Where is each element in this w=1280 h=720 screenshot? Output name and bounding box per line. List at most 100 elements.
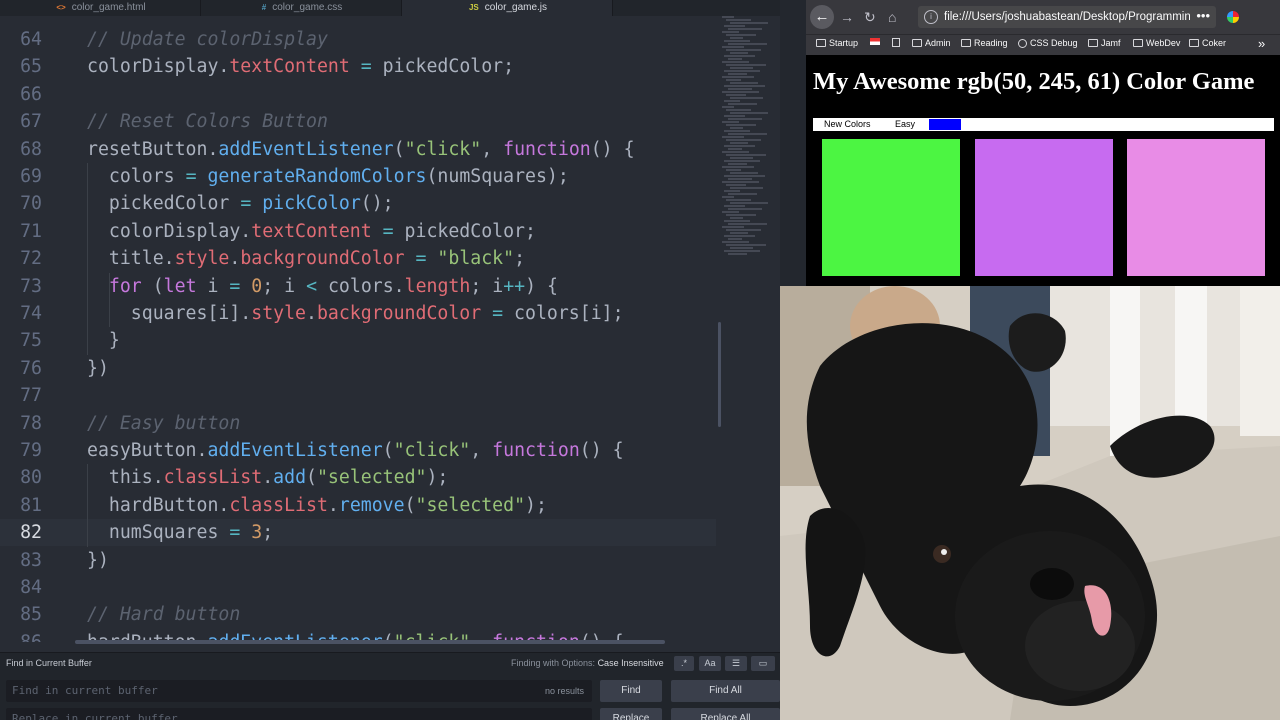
code-line[interactable]: 81 hardButton.classList.remove("selected…	[0, 492, 716, 519]
selection-only-toggle[interactable]: ☰	[725, 656, 747, 671]
code-line[interactable]: 68 resetButton.addEventListener("click", …	[0, 136, 716, 163]
line-number: 83	[20, 549, 42, 571]
code-token: ; i	[470, 275, 504, 297]
replace-all-button[interactable]: Replace All	[671, 708, 780, 720]
code-line[interactable]: 73 for (let i = 0; i < colors.length; i+…	[0, 273, 716, 300]
browser-toolbar: ← → ↻ ⌂ i file:///Users/joshuabastean/De…	[806, 0, 1280, 34]
minimap-line	[726, 34, 756, 36]
minimap-line	[722, 16, 734, 18]
tab-color-game-js[interactable]: JS color_game.js	[402, 0, 613, 16]
bookmark-css-debug[interactable]: CSS Debug	[1018, 38, 1078, 48]
code-token: addEventListener	[207, 440, 383, 461]
line-number: 72	[20, 248, 42, 270]
code-line[interactable]: 76})	[0, 355, 716, 382]
folder-icon	[1133, 39, 1143, 47]
code-line[interactable]: 70 pickedColor = pickColor();	[0, 190, 716, 217]
case-sensitive-toggle[interactable]: Aa	[699, 656, 721, 671]
code-area[interactable]: 64// Update colorDisplay 65 colorDisplay. t…	[0, 26, 720, 642]
code-line[interactable]: 77	[0, 382, 716, 409]
minimap-line	[726, 64, 766, 66]
minimap-line	[724, 115, 745, 117]
minimap[interactable]	[722, 16, 780, 266]
minimap-line	[724, 25, 745, 27]
color-square[interactable]	[822, 139, 960, 276]
color-square[interactable]	[975, 139, 1113, 276]
tab-color-game-html[interactable]: <> color_game.html	[0, 0, 201, 16]
url-bar[interactable]: i file:///Users/joshuabastean/Desktop/Pr…	[918, 6, 1216, 28]
line-number: 74	[20, 303, 42, 324]
code-line[interactable]: 84	[0, 574, 716, 601]
back-button[interactable]: ←	[810, 5, 834, 29]
code-line[interactable]: 85 // Hard button	[0, 601, 716, 628]
color-square[interactable]	[1127, 139, 1265, 276]
code-line[interactable]: 67 // Reset Colors Button	[0, 108, 716, 135]
easy-button[interactable]: Easy	[895, 118, 915, 131]
home-button[interactable]: ⌂	[888, 8, 896, 26]
find-all-button[interactable]: Find All	[671, 680, 780, 702]
code-text: squares[i].style.backgroundColor = color…	[87, 300, 624, 327]
replace-button[interactable]: Replace	[600, 708, 662, 720]
find-input[interactable]: Find in current buffer no results	[6, 680, 592, 702]
bookmarks-overflow-button[interactable]: »	[1258, 36, 1265, 51]
code-line[interactable]: 66	[0, 81, 716, 108]
new-colors-button[interactable]: New Colors	[824, 118, 871, 131]
reload-button[interactable]: ↻	[864, 8, 876, 26]
replace-input[interactable]: Replace in current buffer	[6, 708, 592, 720]
bookmark-startup[interactable]: Startup	[816, 38, 858, 48]
code-line[interactable]: 65 colorDisplay.textContent = pickedColor…	[0, 53, 716, 80]
code-token: classList	[229, 494, 328, 516]
hard-button-selected[interactable]	[929, 119, 961, 130]
bookmark-webdev[interactable]: WebDev	[1133, 38, 1180, 48]
info-icon[interactable]: i	[924, 10, 938, 24]
line-number: 73	[20, 275, 42, 297]
bookmark-coker[interactable]: Coker	[1189, 38, 1226, 48]
code-token: =	[229, 275, 241, 297]
code-line[interactable]: 78 // Easy button	[0, 410, 716, 437]
minimap-line	[722, 46, 744, 48]
url-text: file:///Users/joshuabastean/Desktop/Prog…	[944, 11, 1190, 23]
bookmark-reader[interactable]	[892, 38, 900, 47]
folder-icon	[816, 39, 826, 47]
code-token: (	[393, 138, 405, 160]
code-line[interactable]: 71 colorDisplay.textContent = pickedColo…	[0, 218, 716, 245]
minimap-line	[728, 133, 767, 135]
bookmark-jamf[interactable]: Jamf	[1088, 38, 1121, 48]
minimap-line	[730, 202, 768, 204]
forward-button[interactable]: →	[840, 8, 854, 26]
bookmark-admin[interactable]: Admin	[912, 38, 951, 48]
code-line[interactable]: 74 squares[i].style.backgroundColor = co…	[0, 300, 716, 327]
code-line[interactable]: 75 }	[0, 327, 716, 354]
vertical-scrollbar[interactable]	[718, 322, 721, 427]
code-token: squares[i].	[87, 303, 252, 324]
code-token: colorDisplay.	[87, 56, 230, 78]
bookmark-flag[interactable]	[870, 38, 880, 45]
code-line[interactable]: 83})	[0, 547, 716, 574]
code-token: numSquares	[87, 522, 230, 544]
code-line[interactable]: 64 // Update colorDisplay	[0, 26, 716, 53]
minimap-line	[726, 169, 741, 171]
bookmark-reading[interactable]: Reading	[961, 38, 1008, 48]
code-text: this.classList.add("selected");	[87, 464, 449, 491]
find-button[interactable]: Find	[600, 680, 662, 702]
tab-label: color_game.css	[272, 2, 343, 13]
page-actions-button[interactable]: •••	[1196, 6, 1210, 26]
tab-color-game-css[interactable]: # color_game.css	[201, 0, 402, 16]
regex-toggle[interactable]: .*	[674, 656, 694, 671]
bookmarks-toolbar: Startup Admin Reading CSS Debug Jamf Web…	[806, 34, 1280, 55]
code-line[interactable]: 80 this.classList.add("selected");	[0, 464, 716, 491]
whole-word-toggle[interactable]: ▭	[751, 656, 775, 671]
reload-icon: ↻	[864, 9, 876, 25]
line-number: 65	[20, 56, 42, 78]
html-file-icon: <>	[56, 3, 66, 12]
horizontal-scrollbar[interactable]	[75, 640, 665, 644]
code-line[interactable]: 69 colors = generateRandomColors(numSqua…	[0, 163, 716, 190]
code-token: })	[87, 549, 109, 571]
code-line[interactable]: 82 numSquares = 3;	[0, 519, 716, 547]
code-line[interactable]: 72 title.style.backgroundColor = "black"…	[0, 245, 716, 272]
line-number: 79	[20, 440, 42, 461]
code-line[interactable]: 79 easyButton.addEventListener("click", f…	[0, 437, 716, 464]
color-picker-extension-icon[interactable]	[1227, 11, 1239, 23]
